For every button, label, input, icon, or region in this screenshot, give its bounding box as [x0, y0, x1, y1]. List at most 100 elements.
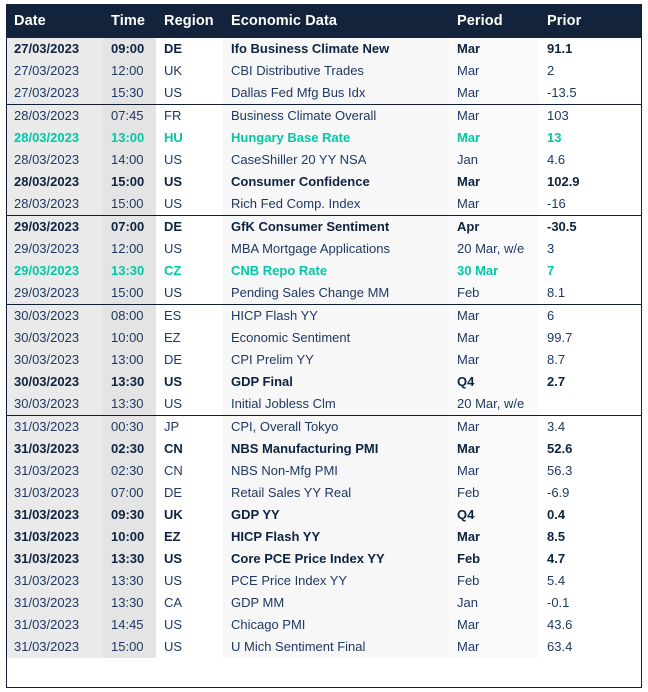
- header-row: Date Time Region Economic Data Period Pr…: [6, 4, 642, 38]
- cell-region: US: [156, 570, 223, 592]
- table-row[interactable]: 27/03/2023 09:00 DE Ifo Business Climate Ne…: [6, 38, 642, 60]
- cell-region: EZ: [156, 327, 223, 349]
- column-header-region[interactable]: Region: [156, 4, 223, 38]
- table-row[interactable]: 30/03/2023 10:00 EZ Economic Sentiment Mar 99…: [6, 327, 642, 349]
- cell-time: 13:00: [103, 127, 156, 149]
- cell-data: Ifo Business Climate New: [223, 38, 449, 60]
- cell-time: 07:45: [103, 104, 156, 127]
- cell-data: Pending Sales Change MM: [223, 282, 449, 305]
- cell-region: US: [156, 282, 223, 305]
- cell-data: PCE Price Index YY: [223, 570, 449, 592]
- cell-prior: 8.1: [539, 282, 642, 305]
- cell-region: CA: [156, 592, 223, 614]
- cell-prior: 99.7: [539, 327, 642, 349]
- table-row[interactable]: 31/03/2023 15:00 US U Mich Sentiment Final M…: [6, 636, 642, 658]
- cell-region: US: [156, 371, 223, 393]
- column-header-date[interactable]: Date: [6, 4, 103, 38]
- cell-region: US: [156, 636, 223, 658]
- cell-data: Retail Sales YY Real: [223, 482, 449, 504]
- cell-time: 07:00: [103, 482, 156, 504]
- cell-period: Mar: [449, 614, 539, 636]
- table-row[interactable]: 28/03/2023 13:00 HU Hungary Base Rate Mar 13: [6, 127, 642, 149]
- cell-time: 00:30: [103, 415, 156, 438]
- cell-date: 31/03/2023: [6, 592, 103, 614]
- cell-data: HICP Flash YY: [223, 304, 449, 327]
- column-header-period[interactable]: Period: [449, 4, 539, 38]
- cell-prior: 3: [539, 238, 642, 260]
- cell-time: 02:30: [103, 438, 156, 460]
- cell-period: Mar: [449, 127, 539, 149]
- cell-date: 30/03/2023: [6, 304, 103, 327]
- table-row[interactable]: 28/03/2023 15:00 US Rich Fed Comp. Index Mar…: [6, 193, 642, 216]
- cell-prior: 7: [539, 260, 642, 282]
- cell-region: CN: [156, 460, 223, 482]
- table-row[interactable]: 28/03/2023 14:00 US CaseShiller 20 YY NSA Ja…: [6, 149, 642, 171]
- table-row[interactable]: 31/03/2023 07:00 DE Retail Sales YY Real Feb…: [6, 482, 642, 504]
- table-row[interactable]: 27/03/2023 15:30 US Dallas Fed Mfg Bus Idx M…: [6, 82, 642, 105]
- table-row[interactable]: 30/03/2023 13:30 US Initial Jobless Clm 20 M…: [6, 393, 642, 416]
- table-row[interactable]: 29/03/2023 15:00 US Pending Sales Change MM…: [6, 282, 642, 305]
- cell-data: NBS Non-Mfg PMI: [223, 460, 449, 482]
- table-row[interactable]: 29/03/2023 12:00 US MBA Mortgage Applicatio…: [6, 238, 642, 260]
- cell-period: Apr: [449, 215, 539, 238]
- cell-prior: [539, 393, 642, 416]
- table-row[interactable]: 28/03/2023 15:00 US Consumer Confidence Mar 1…: [6, 171, 642, 193]
- cell-time: 13:30: [103, 592, 156, 614]
- table-row[interactable]: 27/03/2023 12:00 UK CBI Distributive Trades…: [6, 60, 642, 82]
- cell-time: 02:30: [103, 460, 156, 482]
- cell-period: Mar: [449, 104, 539, 127]
- cell-prior: 102.9: [539, 171, 642, 193]
- cell-data: Economic Sentiment: [223, 327, 449, 349]
- table-row[interactable]: 31/03/2023 14:45 US Chicago PMI Mar 43.6: [6, 614, 642, 636]
- table-row[interactable]: 31/03/2023 10:00 EZ HICP Flash YY Mar 8.5: [6, 526, 642, 548]
- cell-prior: 56.3: [539, 460, 642, 482]
- cell-date: 31/03/2023: [6, 415, 103, 438]
- cell-date: 30/03/2023: [6, 393, 103, 416]
- frame-right-border: [640, 4, 642, 688]
- cell-time: 14:00: [103, 149, 156, 171]
- economic-calendar-table: Date Time Region Economic Data Period Pr…: [6, 4, 642, 658]
- cell-period: Feb: [449, 482, 539, 504]
- column-header-time[interactable]: Time: [103, 4, 156, 38]
- cell-region: CZ: [156, 260, 223, 282]
- cell-date: 31/03/2023: [6, 570, 103, 592]
- cell-period: Q4: [449, 371, 539, 393]
- cell-data: Hungary Base Rate: [223, 127, 449, 149]
- cell-data: CPI, Overall Tokyo: [223, 415, 449, 438]
- table-row[interactable]: 31/03/2023 00:30 JP CPI, Overall Tokyo Mar 3.…: [6, 415, 642, 438]
- cell-time: 08:00: [103, 304, 156, 327]
- cell-region: US: [156, 238, 223, 260]
- cell-region: US: [156, 149, 223, 171]
- cell-period: Mar: [449, 526, 539, 548]
- table-row[interactable]: 31/03/2023 13:30 US PCE Price Index YY Feb 5.…: [6, 570, 642, 592]
- table-row[interactable]: 29/03/2023 13:30 CZ CNB Repo Rate 30 Mar 7: [6, 260, 642, 282]
- cell-data: MBA Mortgage Applications: [223, 238, 449, 260]
- cell-time: 10:00: [103, 526, 156, 548]
- table-row[interactable]: 28/03/2023 07:45 FR Business Climate Overal…: [6, 104, 642, 127]
- cell-date: 28/03/2023: [6, 193, 103, 216]
- cell-data: GfK Consumer Sentiment: [223, 215, 449, 238]
- cell-prior: 8.7: [539, 349, 642, 371]
- table-row[interactable]: 31/03/2023 02:30 CN NBS Non-Mfg PMI Mar 56.3: [6, 460, 642, 482]
- table-row[interactable]: 31/03/2023 02:30 CN NBS Manufacturing PMI Ma…: [6, 438, 642, 460]
- cell-prior: 91.1: [539, 38, 642, 60]
- cell-period: Mar: [449, 460, 539, 482]
- cell-region: JP: [156, 415, 223, 438]
- column-header-economic-data[interactable]: Economic Data: [223, 4, 449, 38]
- cell-time: 15:00: [103, 193, 156, 216]
- column-header-prior[interactable]: Prior: [539, 4, 642, 38]
- cell-prior: -16: [539, 193, 642, 216]
- cell-period: 20 Mar, w/e: [449, 393, 539, 416]
- cell-time: 15:00: [103, 171, 156, 193]
- table-row[interactable]: 30/03/2023 13:00 DE CPI Prelim YY Mar 8.7: [6, 349, 642, 371]
- table-row[interactable]: 31/03/2023 09:30 UK GDP YY Q4 0.4: [6, 504, 642, 526]
- cell-date: 31/03/2023: [6, 482, 103, 504]
- table-row[interactable]: 30/03/2023 13:30 US GDP Final Q4 2.7: [6, 371, 642, 393]
- cell-data: Dallas Fed Mfg Bus Idx: [223, 82, 449, 105]
- cell-time: 10:00: [103, 327, 156, 349]
- table-row[interactable]: 31/03/2023 13:30 US Core PCE Price Index YY…: [6, 548, 642, 570]
- table-row[interactable]: 31/03/2023 13:30 CA GDP MM Jan -0.1: [6, 592, 642, 614]
- table-row[interactable]: 30/03/2023 08:00 ES HICP Flash YY Mar 6: [6, 304, 642, 327]
- cell-period: Mar: [449, 171, 539, 193]
- table-row[interactable]: 29/03/2023 07:00 DE GfK Consumer Sentiment A…: [6, 215, 642, 238]
